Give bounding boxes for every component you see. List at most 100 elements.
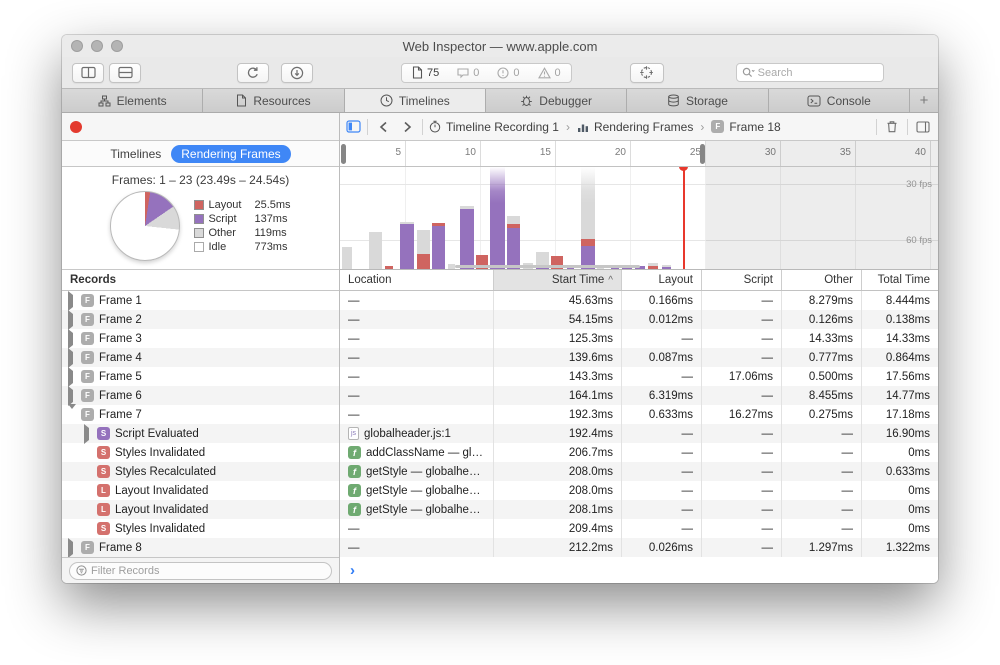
record-row[interactable]: LLayout Invalidated xyxy=(62,481,339,500)
table-row[interactable]: —212.2ms0.026ms—1.297ms1.322ms xyxy=(340,538,938,557)
disclosure-triangle[interactable] xyxy=(68,390,76,402)
frame-bar[interactable] xyxy=(490,167,505,269)
frames-bar-chart[interactable]: 30 fps60 fps xyxy=(340,167,938,270)
record-row[interactable]: FFrame 8 xyxy=(62,538,339,557)
forward-button[interactable] xyxy=(398,118,416,136)
column-header-other[interactable]: Other xyxy=(782,270,862,290)
search-field[interactable] xyxy=(736,63,884,82)
tab-console[interactable]: Console xyxy=(769,89,910,112)
disclosure-triangle[interactable] xyxy=(68,333,76,345)
table-row[interactable]: fgetStyle — globalhead...208.0ms———0.633… xyxy=(340,462,938,481)
filter-records-input[interactable] xyxy=(91,565,325,577)
disclosure-triangle[interactable] xyxy=(84,428,92,440)
chart-horizontal-scrollbar[interactable] xyxy=(455,265,640,268)
column-header-location[interactable]: Location xyxy=(340,270,494,290)
table-row[interactable]: fgetStyle — globalhead...208.1ms———0ms xyxy=(340,500,938,519)
breadcrumb-item[interactable]: FFrame 18 xyxy=(711,120,780,134)
download-button[interactable] xyxy=(281,63,313,83)
record-row[interactable]: SStyles Invalidated xyxy=(62,443,339,462)
table-row[interactable]: —139.6ms0.087ms—0.777ms0.864ms xyxy=(340,348,938,367)
frame-bar[interactable] xyxy=(581,167,595,269)
tab-storage[interactable]: Storage xyxy=(627,89,768,112)
record-row[interactable]: SStyles Invalidated xyxy=(62,519,339,538)
frame-bar[interactable] xyxy=(417,230,430,269)
record-label: Frame 6 xyxy=(99,390,142,402)
record-row[interactable]: SScript Evaluated xyxy=(62,424,339,443)
frame-bar[interactable] xyxy=(448,264,455,269)
table-row[interactable]: jsglobalheader.js:1192.4ms———16.90ms xyxy=(340,424,938,443)
record-row[interactable]: FFrame 4 xyxy=(62,348,339,367)
frame-bar[interactable] xyxy=(385,266,393,269)
location-text: — xyxy=(348,542,360,554)
playhead-line[interactable] xyxy=(683,167,685,269)
disclosure-triangle[interactable] xyxy=(68,542,76,554)
tab-timelines[interactable]: Timelines xyxy=(345,89,486,112)
table-row[interactable]: —125.3ms——14.33ms14.33ms xyxy=(340,329,938,348)
column-header-start-time[interactable]: Start Time^ xyxy=(494,270,622,290)
dock-bottom-button[interactable] xyxy=(109,63,141,83)
sidebar-toggle-icon[interactable] xyxy=(346,120,361,133)
reload-button[interactable] xyxy=(237,63,269,83)
selection-start-handle[interactable] xyxy=(341,144,346,164)
frame-bar[interactable] xyxy=(460,206,474,269)
selection-end-handle[interactable] xyxy=(700,144,705,164)
record-button[interactable] xyxy=(70,121,82,133)
column-header-script[interactable]: Script xyxy=(702,270,782,290)
table-row[interactable]: —209.4ms———0ms xyxy=(340,519,938,538)
disclosure-triangle[interactable] xyxy=(68,352,76,364)
record-row[interactable]: SStyles Recalculated xyxy=(62,462,339,481)
quick-console-bar[interactable]: › xyxy=(340,557,938,583)
table-row[interactable]: —54.15ms0.012ms—0.126ms0.138ms xyxy=(340,310,938,329)
details-panel-toggle-icon[interactable] xyxy=(914,118,932,136)
dock-side-button[interactable] xyxy=(72,63,104,83)
table-row[interactable]: fgetStyle — globalhead...208.0ms———0ms xyxy=(340,481,938,500)
table-row[interactable]: —45.63ms0.166ms—8.279ms8.444ms xyxy=(340,291,938,310)
record-row[interactable]: FFrame 6 xyxy=(62,386,339,405)
clear-timeline-button[interactable] xyxy=(883,118,901,136)
frame-bar[interactable] xyxy=(648,263,658,269)
tab-resources[interactable]: Resources xyxy=(203,89,344,112)
close-button[interactable] xyxy=(71,40,83,52)
table-row[interactable]: —192.3ms0.633ms16.27ms0.275ms17.18ms xyxy=(340,405,938,424)
frame-bar[interactable] xyxy=(369,232,382,269)
frame-bar[interactable] xyxy=(342,247,352,269)
record-row[interactable]: FFrame 1 xyxy=(62,291,339,310)
playhead-handle[interactable] xyxy=(679,167,688,171)
back-button[interactable] xyxy=(374,118,392,136)
record-row[interactable]: FFrame 3 xyxy=(62,329,339,348)
record-row[interactable]: LLayout Invalidated xyxy=(62,500,339,519)
breadcrumb-item[interactable]: Rendering Frames xyxy=(577,120,693,134)
tab-elements[interactable]: Elements xyxy=(62,89,203,112)
record-row[interactable]: FFrame 5 xyxy=(62,367,339,386)
frame-bar[interactable] xyxy=(432,223,445,269)
timeline-ruler[interactable]: 510152025303540 xyxy=(340,141,938,167)
table-row[interactable]: —164.1ms6.319ms—8.455ms14.77ms xyxy=(340,386,938,405)
disclosure-triangle[interactable] xyxy=(68,371,76,383)
activity-badges[interactable]: 75 0 0 0 xyxy=(401,63,572,83)
picker-option-timelines[interactable]: Timelines xyxy=(110,147,161,161)
table-row[interactable]: —143.3ms—17.06ms0.500ms17.56ms xyxy=(340,367,938,386)
frame-bar[interactable] xyxy=(662,265,671,269)
table-row[interactable]: faddClassName — glo...206.7ms———0ms xyxy=(340,443,938,462)
zoom-button[interactable] xyxy=(111,40,123,52)
disclosure-triangle[interactable] xyxy=(68,295,76,307)
search-input[interactable] xyxy=(758,67,858,79)
element-picker-button[interactable] xyxy=(630,63,664,83)
frame-bar[interactable] xyxy=(400,222,414,269)
breadcrumb-item[interactable]: Timeline Recording 1 xyxy=(429,120,559,134)
location-text: addClassName — glo... xyxy=(366,447,485,459)
column-header-total-time[interactable]: Total Time xyxy=(862,270,938,290)
picker-option-rendering-frames[interactable]: Rendering Frames xyxy=(171,145,290,163)
column-header-layout[interactable]: Layout xyxy=(622,270,702,290)
total-time-cell: 8.444ms xyxy=(862,291,938,310)
frame-bar[interactable] xyxy=(507,216,520,269)
record-row[interactable]: FFrame 7 xyxy=(62,405,339,424)
other-cell: 0.500ms xyxy=(782,367,862,386)
disclosure-triangle[interactable] xyxy=(68,314,76,326)
minimize-button[interactable] xyxy=(91,40,103,52)
disclosure-triangle[interactable] xyxy=(68,409,76,421)
add-tab-button[interactable]: + xyxy=(910,89,938,112)
tab-debugger[interactable]: Debugger xyxy=(486,89,627,112)
filter-field[interactable] xyxy=(69,562,332,580)
record-row[interactable]: FFrame 2 xyxy=(62,310,339,329)
